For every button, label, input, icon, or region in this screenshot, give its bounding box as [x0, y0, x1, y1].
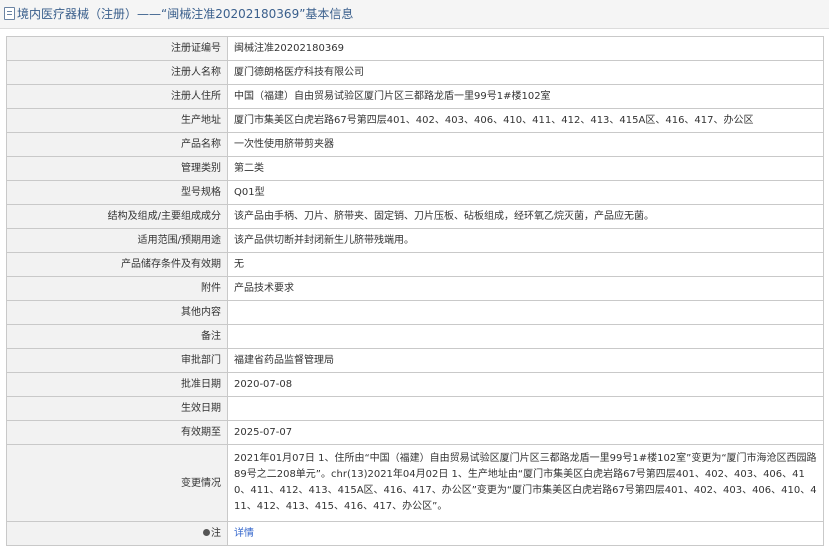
change-history-label: 变更情况: [6, 444, 228, 522]
detail-link[interactable]: 详情: [234, 528, 254, 539]
note-row: 注 详情: [6, 521, 824, 546]
note-value-cell: 详情: [227, 521, 824, 546]
field-value: 2025-07-07: [227, 420, 824, 445]
field-label: 产品储存条件及有效期: [6, 252, 228, 277]
field-label: 附件: [6, 276, 228, 301]
field-value: 厦门市集美区白虎岩路67号第四层401、402、403、406、410、411、…: [227, 108, 824, 133]
field-label: 批准日期: [6, 372, 228, 397]
field-label: 管理类别: [6, 156, 228, 181]
table-row: 适用范围/预期用途 该产品供切断并封闭新生儿脐带残端用。: [6, 228, 824, 253]
change-history-row: 变更情况 2021年01月07日 1、住所由“中国（福建）自由贸易试验区厦门片区三…: [6, 444, 824, 522]
note-label-cell: 注: [6, 521, 228, 546]
field-value: 福建省药品监督管理局: [227, 348, 824, 373]
field-value: 该产品由手柄、刀片、脐带夹、固定销、刀片压板、砧板组成，经环氧乙烷灭菌，产品应无…: [227, 204, 824, 229]
table-row: 结构及组成/主要组成成分 该产品由手柄、刀片、脐带夹、固定销、刀片压板、砧板组成，…: [6, 204, 824, 229]
table-row: 注册证编号 闽械注准20202180369: [6, 36, 824, 61]
table-row: 产品储存条件及有效期无: [6, 252, 824, 277]
field-label: 生产地址: [6, 108, 228, 133]
table-row: 注册人住所 中国（福建）自由贸易试验区厦门片区三都路龙盾一里99号1#楼102室: [6, 84, 824, 109]
table-row: 有效期至 2025-07-07: [6, 420, 824, 445]
table-row: 附件 产品技术要求: [6, 276, 824, 301]
page-header: 境内医疗器械（注册）——“闽械注准20202180369”基本信息: [0, 0, 829, 29]
page-title: 境内医疗器械（注册）——“闽械注准20202180369”基本信息: [17, 7, 354, 21]
document-icon: [4, 7, 15, 20]
field-label: 型号规格: [6, 180, 228, 205]
field-label: 注册人住所: [6, 84, 228, 109]
field-value: 第二类: [227, 156, 824, 181]
field-label: 备注: [6, 324, 228, 349]
note-icon: [203, 529, 210, 536]
field-label: 注册人名称: [6, 60, 228, 85]
field-label: 审批部门: [6, 348, 228, 373]
table-row: 其他内容: [6, 300, 824, 325]
field-value: [227, 324, 824, 349]
field-value: 厦门德朗格医疗科技有限公司: [227, 60, 824, 85]
table-row: 产品名称 一次性使用脐带剪夹器: [6, 132, 824, 157]
field-label: 注册证编号: [6, 36, 228, 61]
table-row: 注册人名称 厦门德朗格医疗科技有限公司: [6, 60, 824, 85]
table-row: 备注: [6, 324, 824, 349]
field-value: Q01型: [227, 180, 824, 205]
table-row: 管理类别 第二类: [6, 156, 824, 181]
field-label: 适用范围/预期用途: [6, 228, 228, 253]
field-label: 结构及组成/主要组成成分: [6, 204, 228, 229]
info-table: 注册证编号 闽械注准20202180369 注册人名称 厦门德朗格医疗科技有限公司 注册…: [6, 36, 824, 546]
table-row: 批准日期 2020-07-08: [6, 372, 824, 397]
field-label: 有效期至: [6, 420, 228, 445]
field-value: 无: [227, 252, 824, 277]
field-value: 一次性使用脐带剪夹器: [227, 132, 824, 157]
field-label: 生效日期: [6, 396, 228, 421]
table-row: 审批部门 福建省药品监督管理局: [6, 348, 824, 373]
field-value: 该产品供切断并封闭新生儿脐带残端用。: [227, 228, 824, 253]
field-label: 其他内容: [6, 300, 228, 325]
field-value: [227, 300, 824, 325]
field-value: [227, 396, 824, 421]
field-label: 产品名称: [6, 132, 228, 157]
field-value: 闽械注准20202180369: [227, 36, 824, 61]
change-history-value: 2021年01月07日 1、住所由“中国（福建）自由贸易试验区厦门片区三都路龙盾…: [227, 444, 824, 522]
field-value: 中国（福建）自由贸易试验区厦门片区三都路龙盾一里99号1#楼102室: [227, 84, 824, 109]
table-row: 生产地址 厦门市集美区白虎岩路67号第四层401、402、403、406、410、…: [6, 108, 824, 133]
field-value: 产品技术要求: [227, 276, 824, 301]
table-row: 型号规格 Q01型: [6, 180, 824, 205]
field-value: 2020-07-08: [227, 372, 824, 397]
note-label: 注: [211, 528, 221, 539]
table-row: 生效日期: [6, 396, 824, 421]
